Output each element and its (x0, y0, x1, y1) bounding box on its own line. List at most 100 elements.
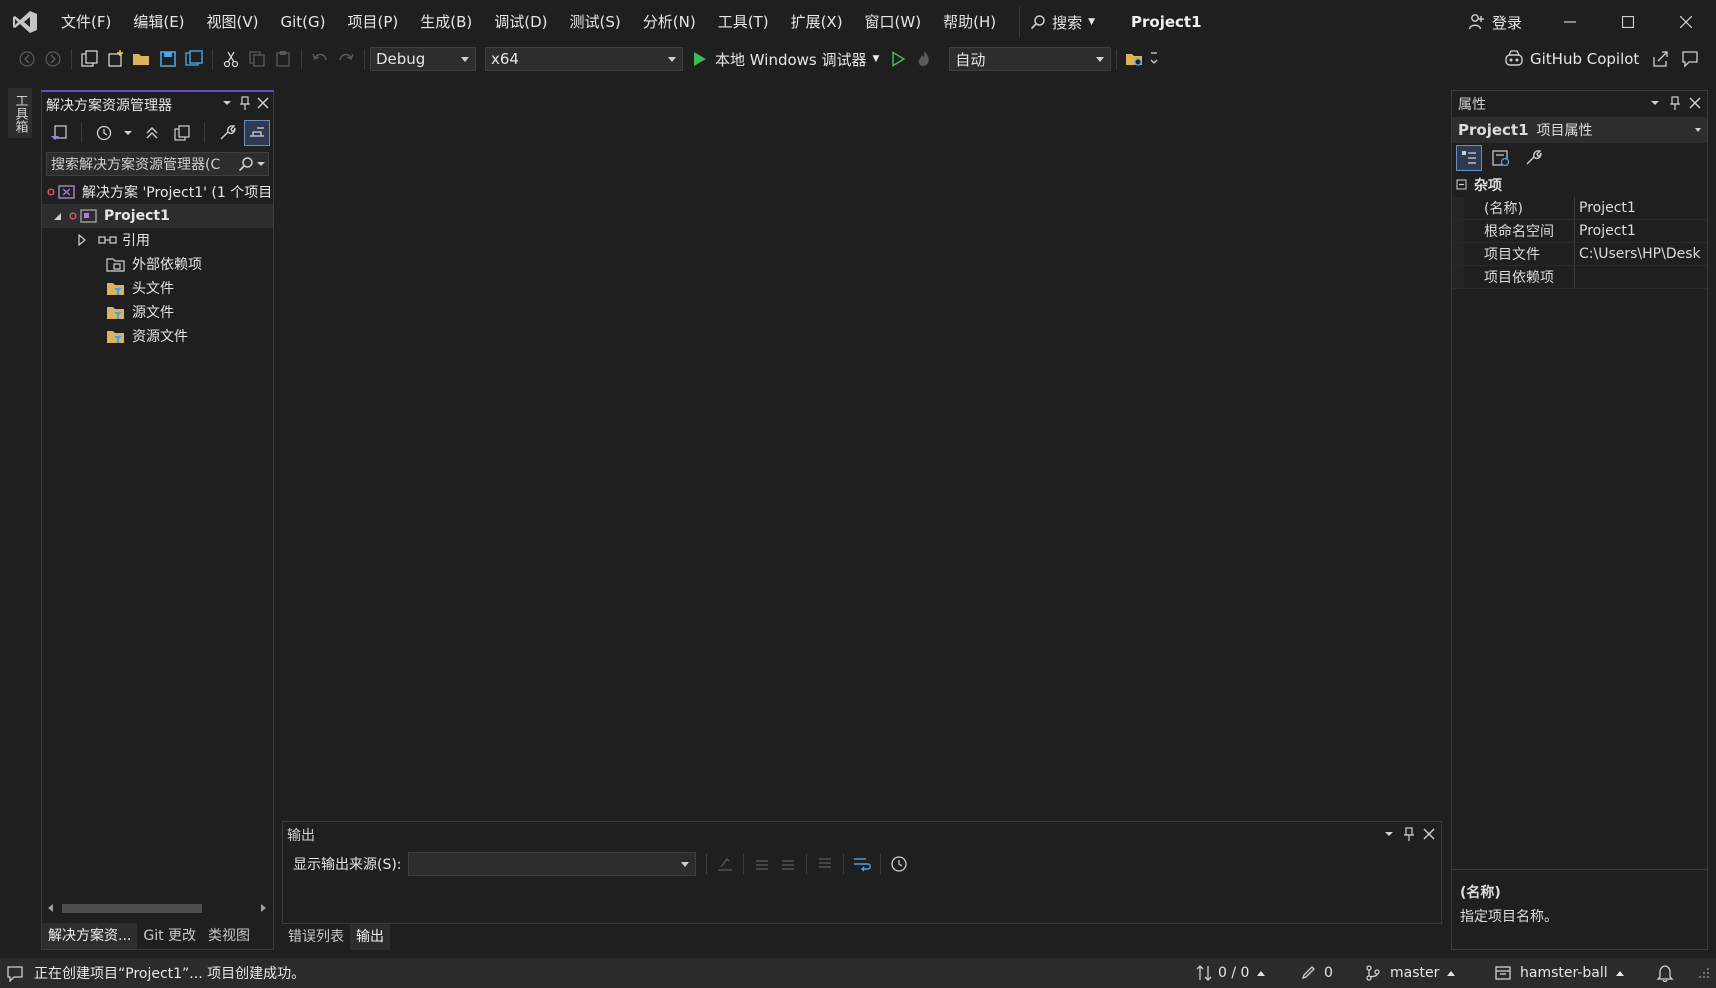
menu-build[interactable]: 生成(B) (409, 0, 483, 44)
show-all-files-button[interactable] (169, 120, 195, 146)
tree-item-external-dependencies[interactable]: 外部依赖项 (42, 252, 273, 276)
tab-class-view[interactable]: 类视图 (202, 923, 256, 949)
copy-button[interactable] (244, 46, 270, 72)
filter-dropdown-button[interactable] (121, 120, 135, 146)
github-copilot-button[interactable]: GitHub Copilot (1504, 44, 1699, 74)
property-row-project-file[interactable]: 项目文件 C:\Users\HP\Desk (1452, 243, 1707, 266)
property-value[interactable] (1574, 266, 1707, 288)
feedback-icon[interactable] (1681, 50, 1699, 68)
panel-options-icon[interactable] (221, 95, 233, 111)
visual-studio-logo-icon[interactable] (0, 0, 50, 44)
pin-icon[interactable] (1669, 95, 1681, 111)
tree-item-header-files[interactable]: 头文件 (42, 276, 273, 300)
preview-selected-items-button[interactable] (244, 120, 270, 146)
save-all-button[interactable] (181, 46, 207, 72)
pending-changes-filter-button[interactable] (91, 120, 117, 146)
status-edits-button[interactable]: 0 (1300, 958, 1333, 988)
menu-project[interactable]: 项目(P) (337, 0, 410, 44)
scrollbar-thumb[interactable] (62, 904, 202, 913)
output-source-select[interactable] (407, 852, 696, 876)
tree-item-project[interactable]: Project1 (42, 204, 273, 228)
comment-icon[interactable] (6, 964, 24, 982)
panel-options-icon[interactable] (1383, 826, 1395, 842)
tree-item-solution[interactable]: 解决方案 'Project1' (1 个项目 (42, 180, 273, 204)
auto-select[interactable]: 自动 (949, 47, 1112, 71)
browse-folder-button[interactable] (1122, 46, 1148, 72)
solution-search-input[interactable]: 搜索解决方案资源管理器(C (46, 152, 269, 176)
notifications-button[interactable] (1656, 958, 1674, 988)
hot-reload-button[interactable] (911, 46, 937, 72)
start-without-debugging-button[interactable] (885, 46, 911, 72)
toolbox-tab[interactable]: 工具箱 (8, 88, 32, 138)
collapse-all-button[interactable] (139, 120, 165, 146)
menu-git[interactable]: Git(G) (270, 0, 337, 44)
property-value[interactable]: C:\Users\HP\Desk (1574, 243, 1707, 265)
redo-button[interactable] (333, 46, 359, 72)
add-item-button[interactable] (103, 46, 129, 72)
start-debugging-button[interactable]: 本地 Windows 调试器 ▼ (691, 49, 879, 70)
find-message-button[interactable] (712, 851, 738, 877)
scroll-right-icon[interactable] (258, 903, 268, 913)
previous-message-button[interactable] (749, 851, 775, 877)
solution-platform-select[interactable]: x64 (485, 47, 683, 71)
expanded-triangle-icon[interactable] (52, 210, 64, 222)
categorized-button[interactable] (1456, 145, 1482, 171)
properties-button[interactable] (214, 120, 240, 146)
open-file-button[interactable] (129, 46, 155, 72)
property-row-name[interactable]: (名称) Project1 (1452, 197, 1707, 220)
tab-output[interactable]: 输出 (350, 924, 390, 950)
close-button[interactable] (1657, 0, 1715, 44)
horizontal-scrollbar[interactable] (46, 901, 268, 915)
clear-all-button[interactable] (812, 851, 838, 877)
undo-button[interactable] (307, 46, 333, 72)
maximize-button[interactable] (1599, 0, 1657, 44)
back-button[interactable] (14, 46, 40, 72)
menu-view[interactable]: 视图(V) (196, 0, 270, 44)
menu-test[interactable]: 测试(S) (559, 0, 632, 44)
collapse-minus-icon[interactable] (1456, 179, 1468, 191)
toggle-timestamps-button[interactable] (886, 851, 912, 877)
property-pages-button[interactable] (1488, 145, 1514, 171)
forward-button[interactable] (40, 46, 66, 72)
property-row-project-dependencies[interactable]: 项目依赖项 (1452, 266, 1707, 289)
tree-item-references[interactable]: 引用 (42, 228, 273, 252)
minimize-button[interactable] (1541, 0, 1599, 44)
tab-git-changes[interactable]: Git 更改 (137, 923, 202, 949)
menu-analyze[interactable]: 分析(N) (632, 0, 707, 44)
status-sync-button[interactable]: 0 / 0 (1196, 958, 1266, 988)
menu-window[interactable]: 窗口(W) (854, 0, 933, 44)
close-icon[interactable] (257, 95, 269, 111)
status-branch-button[interactable]: master (1364, 958, 1456, 988)
pin-icon[interactable] (239, 95, 251, 111)
status-repo-button[interactable]: hamster-ball (1494, 958, 1624, 988)
close-icon[interactable] (1689, 95, 1701, 111)
tab-solution-explorer[interactable]: 解决方案资... (42, 923, 138, 949)
tab-error-list[interactable]: 错误列表 (282, 924, 350, 950)
solution-configuration-select[interactable]: Debug (370, 47, 476, 71)
panel-options-icon[interactable] (1649, 95, 1661, 111)
properties-wrench-button[interactable] (1520, 145, 1546, 171)
property-category[interactable]: 杂项 (1452, 173, 1707, 197)
menu-file[interactable]: 文件(F) (50, 0, 122, 44)
share-icon[interactable] (1651, 50, 1669, 68)
menu-edit[interactable]: 编辑(E) (122, 0, 195, 44)
property-value[interactable]: Project1 (1574, 197, 1707, 219)
search-button[interactable]: 搜索 ▼ (1019, 7, 1105, 37)
menu-extensions[interactable]: 扩展(X) (780, 0, 854, 44)
next-message-button[interactable] (775, 851, 801, 877)
switch-views-button[interactable] (46, 120, 72, 146)
menu-debug[interactable]: 调试(D) (483, 0, 558, 44)
menu-tools[interactable]: 工具(T) (707, 0, 780, 44)
save-button[interactable] (155, 46, 181, 72)
tree-item-resource-files[interactable]: 资源文件 (42, 324, 273, 348)
paste-button[interactable] (270, 46, 296, 72)
new-project-button[interactable] (77, 46, 103, 72)
property-value[interactable]: Project1 (1574, 220, 1707, 242)
toolbar-overflow-button[interactable] (1148, 46, 1160, 72)
pin-icon[interactable] (1403, 826, 1415, 842)
resize-grip[interactable] (1698, 958, 1710, 988)
login-button[interactable]: 登录 (1468, 0, 1522, 44)
tree-item-source-files[interactable]: 源文件 (42, 300, 273, 324)
property-row-root-namespace[interactable]: 根命名空间 Project1 (1452, 220, 1707, 243)
collapsed-triangle-icon[interactable] (76, 234, 88, 246)
